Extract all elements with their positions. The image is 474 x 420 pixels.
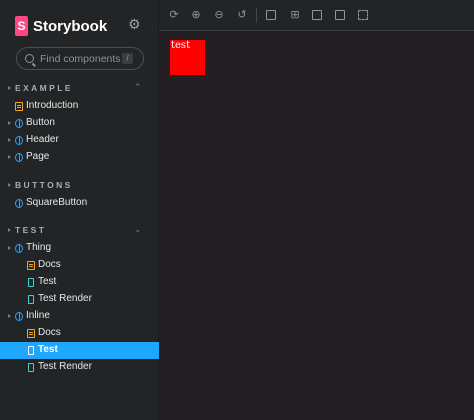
grid-icon[interactable]: ⊞: [289, 9, 301, 21]
tree-item-label: Introduction: [26, 100, 79, 111]
component-icon: [15, 312, 23, 321]
tree-item-inline-test-render[interactable]: Test Render: [0, 359, 159, 376]
section-buttons[interactable]: BUTTONS: [0, 179, 159, 193]
bookmark-icon: [28, 363, 34, 372]
tree-item-thing-test[interactable]: Test: [0, 274, 159, 291]
tree-item-label: Docs: [38, 259, 61, 270]
tree-item-introduction[interactable]: Introduction: [0, 98, 159, 115]
tree-item-label: Test: [38, 344, 58, 355]
tree-item-label: Inline: [26, 310, 50, 321]
brand-title: Storybook: [33, 17, 108, 35]
test-component-box: test: [170, 40, 205, 75]
search-icon: [25, 54, 34, 63]
tree-item-inline[interactable]: Inline: [0, 308, 159, 325]
section-example[interactable]: EXAMPLE ⌃: [0, 82, 159, 96]
storybook-logo-icon: S: [15, 16, 28, 36]
chevron-down-icon: [8, 314, 11, 318]
tree-item-header[interactable]: Header: [0, 132, 159, 149]
collapse-all-icon[interactable]: ⌄: [134, 224, 142, 234]
search-input[interactable]: [40, 52, 122, 65]
component-icon: [15, 199, 23, 208]
section-label: BUTTONS: [15, 180, 73, 190]
chevron-right-icon: [8, 138, 11, 142]
chevron-right-icon: [8, 121, 11, 125]
section-label: EXAMPLE: [15, 83, 73, 93]
brand[interactable]: S Storybook: [15, 15, 107, 37]
reload-icon[interactable]: ⟳: [168, 9, 180, 21]
sidebar: S Storybook ⚙ / EXAMPLE ⌃ Introduction B…: [0, 0, 159, 420]
tree-item-label: Thing: [26, 242, 52, 253]
component-icon: [15, 153, 23, 162]
gear-icon[interactable]: ⚙: [128, 17, 142, 31]
tree-item-label: Button: [26, 117, 55, 128]
search-shortcut-badge: /: [122, 53, 133, 64]
document-icon: [15, 102, 23, 111]
document-icon: [27, 261, 35, 270]
search-box[interactable]: /: [16, 47, 144, 70]
section-test[interactable]: TEST ⌄: [0, 224, 159, 238]
tree-item-label: Test: [38, 276, 57, 287]
chevron-right-icon: [8, 86, 11, 90]
tree-item-button[interactable]: Button: [0, 115, 159, 132]
tree-item-page[interactable]: Page: [0, 149, 159, 166]
zoom-in-icon[interactable]: ⊕: [190, 9, 202, 21]
chevron-right-icon: [8, 183, 11, 187]
component-icon: [15, 244, 23, 253]
component-icon: [15, 136, 23, 145]
bookmark-icon: [28, 295, 34, 304]
viewport-icon[interactable]: [312, 10, 322, 20]
component-icon: [15, 119, 23, 128]
expand-collapse-icon[interactable]: ⌃: [134, 82, 142, 92]
document-icon: [27, 329, 35, 338]
toolbar-divider: [256, 8, 257, 23]
section-label: TEST: [15, 225, 47, 235]
tree-item-thing-docs[interactable]: Docs: [0, 257, 159, 274]
tree-item-thing[interactable]: Thing: [0, 240, 159, 257]
tree-item-label: Header: [26, 134, 59, 145]
toolbar: ⟳ ⊕ ⊖ ↺ ⊞: [159, 0, 474, 31]
chevron-down-icon: [8, 246, 11, 250]
tree-item-label: Docs: [38, 327, 61, 338]
background-icon[interactable]: [266, 10, 276, 20]
tree-item-thing-test-render[interactable]: Test Render: [0, 291, 159, 308]
tree-item-label: Page: [26, 151, 50, 162]
tree-item-label: SquareButton: [26, 197, 88, 208]
bookmark-icon: [28, 278, 34, 287]
preview-canvas: test: [159, 31, 474, 420]
chevron-right-icon: [8, 155, 11, 159]
chevron-right-icon: [8, 228, 11, 232]
tree-item-squarebutton[interactable]: SquareButton: [0, 195, 159, 212]
tree-item-label: Test Render: [38, 293, 92, 304]
tree-item-label: Test Render: [38, 361, 92, 372]
measure-icon[interactable]: [335, 10, 345, 20]
zoom-out-icon[interactable]: ⊖: [213, 9, 225, 21]
outline-icon[interactable]: [358, 10, 368, 20]
bookmark-icon: [28, 346, 34, 355]
tree-item-inline-test[interactable]: Test: [0, 342, 159, 359]
tree-item-inline-docs[interactable]: Docs: [0, 325, 159, 342]
zoom-reset-icon[interactable]: ↺: [236, 9, 248, 21]
